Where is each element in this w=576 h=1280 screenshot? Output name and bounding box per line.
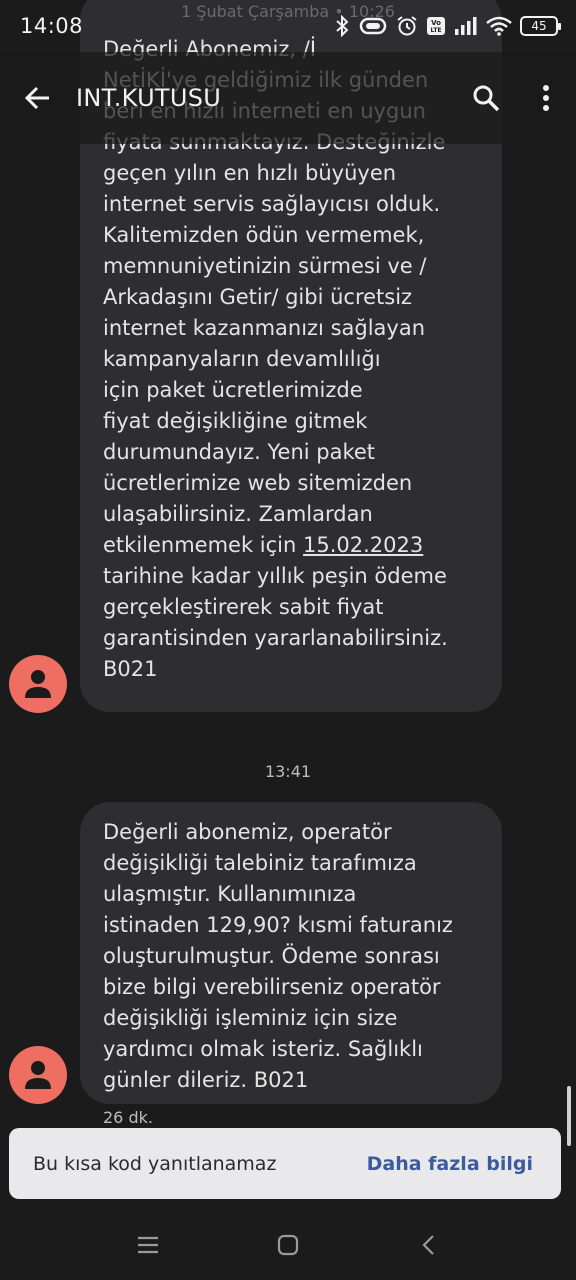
status-icons: Vo LTE 45 <box>334 15 561 37</box>
search-icon <box>473 85 500 112</box>
recents-button[interactable] <box>133 1230 163 1260</box>
message-text-continued: tarihine kadar yıllık peşin ödeme gerçek… <box>103 564 448 681</box>
message-text: Değerli abonemiz, operatör değişikliği t… <box>103 820 453 1092</box>
bluetooth-icon <box>334 15 350 37</box>
wifi-icon <box>486 16 512 36</box>
svg-text:Vo: Vo <box>431 19 441 27</box>
message-sent-time: 26 dk. <box>103 1108 153 1127</box>
person-icon <box>25 670 51 698</box>
search-button[interactable] <box>456 52 516 144</box>
home-icon <box>277 1234 299 1256</box>
more-options-button[interactable] <box>516 52 576 144</box>
person-icon <box>25 1061 51 1089</box>
more-info-button[interactable]: Daha fazla bilgi <box>367 1153 533 1175</box>
volte-icon: Vo LTE <box>426 16 446 36</box>
message-timestamp: 13:41 <box>264 762 312 781</box>
system-nav-bar <box>0 1210 576 1280</box>
sender-avatar[interactable] <box>9 1046 67 1104</box>
arrow-left-icon <box>24 86 49 110</box>
home-button[interactable] <box>273 1230 303 1260</box>
scrollbar[interactable] <box>567 1086 571 1146</box>
page-title: INT.KUTUSU <box>76 84 222 112</box>
date-link[interactable]: 15.02.2023 <box>303 533 423 557</box>
recents-icon <box>138 1236 158 1254</box>
battery-icon: 45 <box>520 16 561 36</box>
back-button[interactable] <box>0 52 76 144</box>
snackbar: Bu kısa kod yanıtlanamaz Daha fazla bilg… <box>9 1128 561 1199</box>
signal-icon <box>454 17 478 35</box>
app-bar: INT.KUTUSU <box>0 52 576 144</box>
svg-text:LTE: LTE <box>430 27 441 34</box>
sender-avatar[interactable] <box>9 655 67 713</box>
snackbar-message: Bu kısa kod yanıtlanamaz <box>33 1152 277 1175</box>
back-nav-icon <box>422 1235 434 1255</box>
message-bubble[interactable]: Değerli abonemiz, operatör değişikliği t… <box>80 802 502 1104</box>
vibrate-icon <box>358 16 388 36</box>
status-time: 14:08 <box>20 14 84 38</box>
more-vert-icon <box>543 85 549 111</box>
status-bar: 14:08 Vo LTE 45 <box>0 0 576 52</box>
nav-back-button[interactable] <box>413 1230 443 1260</box>
alarm-icon <box>396 15 418 37</box>
